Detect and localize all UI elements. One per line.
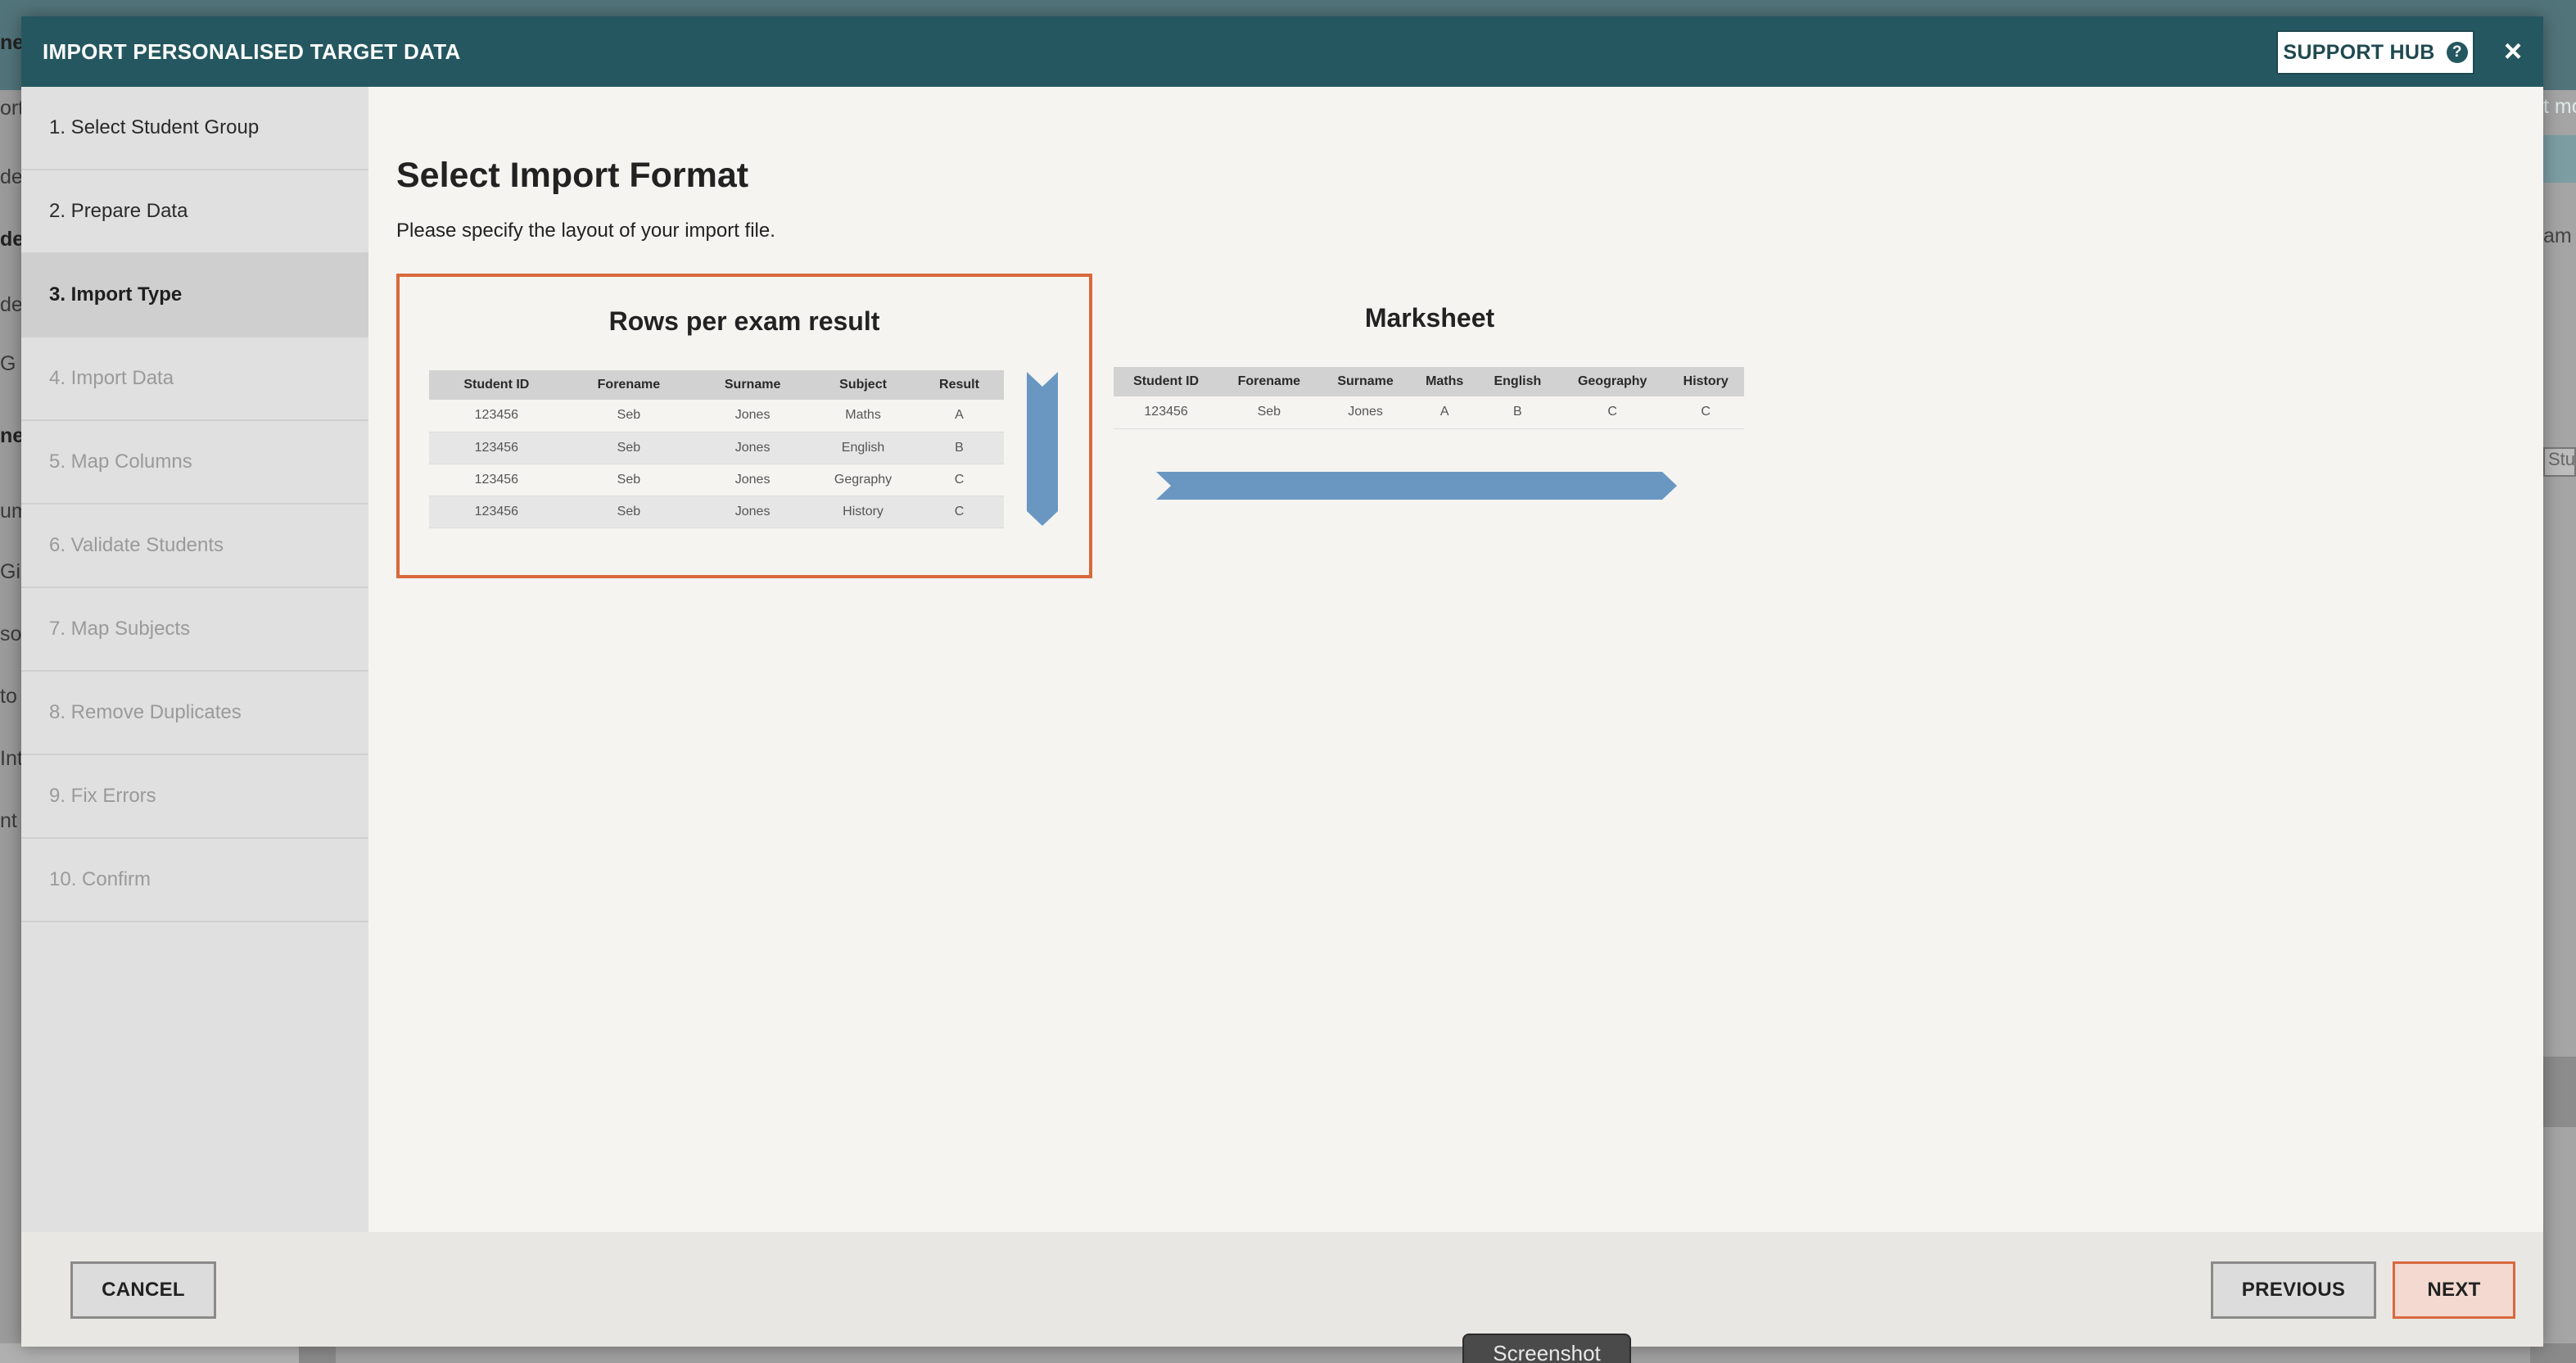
table-header-cell: Surname [1319, 367, 1412, 396]
table-cell: Maths [811, 400, 915, 432]
step-prepare-data[interactable]: 2. Prepare Data [21, 170, 368, 254]
page-title: Select Import Format [396, 156, 749, 195]
table-row: 123456 Seb Jones English B [429, 432, 1004, 464]
support-hub-button[interactable]: SUPPORT HUB ? [2276, 30, 2474, 75]
table-cell: Seb [563, 464, 694, 496]
table-cell: B [1477, 396, 1557, 429]
table-cell: Jones [694, 432, 812, 464]
step-import-data: 4. Import Data [21, 337, 368, 421]
background-fragment: de [0, 228, 25, 251]
format-option-title: Rows per exam result [608, 306, 880, 336]
cancel-button[interactable]: CANCEL [70, 1261, 216, 1319]
table-cell: A [1411, 396, 1478, 429]
format-option-rows-per-exam-result[interactable]: Rows per exam result Student ID Forename… [396, 274, 1092, 578]
table-cell: 123456 [429, 432, 564, 464]
table-cell: C [1557, 396, 1668, 429]
modal-header: IMPORT PERSONALISED TARGET DATA SUPPORT … [21, 16, 2543, 87]
modal-title: IMPORT PERSONALISED TARGET DATA [43, 39, 461, 64]
help-icon: ? [2446, 42, 2468, 63]
table-cell: C [914, 496, 1004, 528]
background-fragment: Int [0, 747, 23, 770]
table-cell: Seb [1218, 396, 1320, 429]
table-header-cell: Geography [1557, 367, 1668, 396]
background-fragment: to [0, 685, 17, 708]
table-cell: Jones [694, 400, 812, 432]
screenshot-tooltip: Screenshot [1462, 1334, 1631, 1363]
table-cell: History [811, 496, 915, 528]
step-validate-students: 6. Validate Students [21, 505, 368, 588]
rows-example-table: Student ID Forename Surname Subject Resu… [429, 370, 1004, 528]
table-cell: 123456 [1114, 396, 1219, 429]
table-cell: Gegraphy [811, 464, 915, 496]
table-cell: 123456 [429, 400, 564, 432]
previous-button[interactable]: PREVIOUS [2211, 1261, 2376, 1319]
step-map-columns: 5. Map Columns [21, 421, 368, 505]
background-fragment: ne [0, 31, 25, 54]
table-row: 123456 Seb Jones A B C C [1114, 396, 1744, 429]
table-header-cell: Forename [1218, 367, 1320, 396]
modal-footer [21, 1232, 2543, 1347]
table-header-row: Student ID Forename Surname Maths Englis… [1114, 367, 1744, 396]
table-header-cell: Maths [1411, 367, 1478, 396]
support-hub-label: SUPPORT HUB [2283, 40, 2435, 64]
table-row: 123456 Seb Jones History C [429, 496, 1004, 528]
table-header-cell: Forename [563, 370, 694, 400]
arrow-down-icon [1027, 372, 1058, 526]
background-input: Stu [2543, 447, 2576, 477]
background-fragment: am R [2543, 224, 2576, 247]
step-remove-duplicates: 8. Remove Duplicates [21, 672, 368, 755]
table-cell: Jones [1319, 396, 1412, 429]
marksheet-example-table: Student ID Forename Surname Maths Englis… [1114, 367, 1744, 429]
import-modal: IMPORT PERSONALISED TARGET DATA SUPPORT … [21, 16, 2543, 1347]
background-right-band [2542, 135, 2576, 183]
step-map-subjects: 7. Map Subjects [21, 588, 368, 672]
background-fragment: Stu [2548, 449, 2576, 469]
table-header-cell: History [1667, 367, 1744, 396]
table-cell: Jones [694, 496, 812, 528]
table-cell: Jones [694, 464, 812, 496]
table-header-cell: English [1477, 367, 1557, 396]
step-fix-errors: 9. Fix Errors [21, 755, 368, 839]
background-fragment: Gi [0, 560, 20, 583]
background-fragment: ne [0, 424, 25, 447]
arrow-right-icon [1156, 472, 1677, 500]
table-cell: 123456 [429, 464, 564, 496]
table-header-cell: Surname [694, 370, 812, 400]
page-description: Please specify the layout of your import… [396, 220, 775, 242]
table-row: 123456 Seb Jones Gegraphy C [429, 464, 1004, 496]
table-cell: Seb [563, 432, 694, 464]
table-header-row: Student ID Forename Surname Subject Resu… [429, 370, 1004, 400]
table-header-cell: Student ID [429, 370, 564, 400]
format-option-title: Marksheet [1364, 303, 1495, 333]
next-button[interactable]: NEXT [2393, 1261, 2515, 1319]
table-cell: Seb [563, 400, 694, 432]
background-right-band [2542, 1057, 2576, 1127]
close-icon[interactable]: × [2492, 31, 2533, 72]
table-cell: C [914, 464, 1004, 496]
background-fragment: ort [0, 97, 25, 120]
table-row: 123456 Seb Jones Maths A [429, 400, 1004, 432]
table-header-cell: Student ID [1114, 367, 1219, 396]
table-cell: Seb [563, 496, 694, 528]
table-cell: C [1667, 396, 1744, 429]
wizard-steps-sidebar: 1. Select Student Group 2. Prepare Data … [21, 87, 368, 1232]
table-cell: A [914, 400, 1004, 432]
format-option-marksheet[interactable]: Marksheet Student ID Forename Surname Ma… [1094, 274, 1765, 578]
step-select-student-group[interactable]: 1. Select Student Group [21, 87, 368, 170]
background-fragment: so [0, 623, 22, 645]
step-import-type[interactable]: 3. Import Type [21, 254, 368, 337]
table-cell: English [811, 432, 915, 464]
background-fragment: t mo [2543, 95, 2576, 118]
background-right-panel [2542, 90, 2576, 1363]
table-cell: B [914, 432, 1004, 464]
table-cell: 123456 [429, 496, 564, 528]
table-header-cell: Subject [811, 370, 915, 400]
table-header-cell: Result [914, 370, 1004, 400]
main-content: Select Import Format Please specify the … [368, 87, 2543, 1232]
step-confirm: 10. Confirm [21, 839, 368, 922]
